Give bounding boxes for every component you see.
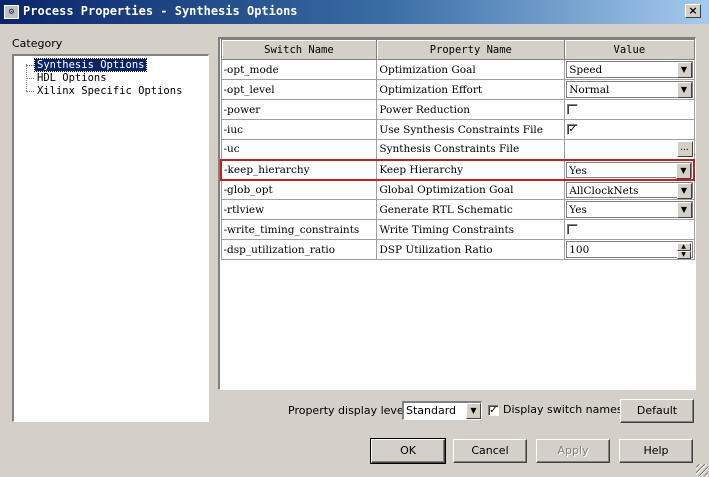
spinbox-value: 100 — [569, 244, 590, 256]
display-switch-names-label: Display switch names — [503, 403, 623, 416]
window-title: Process Properties - Synthesis Options — [23, 4, 298, 18]
value-cell[interactable] — [564, 219, 695, 240]
switch-name-cell: -opt_level — [220, 79, 378, 100]
cancel-button[interactable]: Cancel — [453, 439, 527, 463]
keep-hierarchy-dropdown[interactable]: Yes ▼ — [566, 161, 692, 178]
property-name-cell: Optimization Goal — [376, 59, 566, 80]
table-row[interactable]: -rtlview Generate RTL Schematic Yes ▼ — [220, 199, 695, 220]
value-cell[interactable]: ... — [564, 139, 695, 160]
value-cell[interactable]: AllClockNets ▼ — [564, 179, 695, 200]
dropdown-value: Standard — [406, 404, 457, 417]
chevron-down-icon[interactable]: ▼ — [676, 62, 692, 78]
value-cell[interactable]: Yes ▼ — [564, 199, 695, 220]
glob-opt-dropdown[interactable]: AllClockNets ▼ — [566, 181, 693, 199]
category-tree[interactable]: Synthesis Options HDL Options Xilinx Spe… — [12, 54, 209, 422]
property-name-cell: Keep Hierarchy — [376, 158, 566, 181]
power-reduction-checkbox[interactable] — [567, 104, 579, 115]
switch-name-cell: -write_timing_constraints — [220, 219, 378, 240]
switch-name-cell: -opt_mode — [220, 59, 378, 80]
switch-name-cell: -uc — [220, 139, 378, 160]
use-constraints-file-checkbox[interactable]: ✓ — [567, 124, 579, 135]
switch-name-cell: -dsp_utilization_ratio — [220, 239, 378, 260]
property-name-cell: Global Optimization Goal — [376, 179, 566, 200]
app-icon[interactable]: ⚙ — [4, 5, 19, 19]
value-cell[interactable] — [564, 99, 695, 120]
dropdown-value: Normal — [569, 84, 610, 96]
column-header-value[interactable]: Value — [564, 39, 695, 60]
switch-name-cell: -glob_opt — [220, 179, 378, 200]
dropdown-value: Speed — [569, 64, 603, 76]
tree-item-xilinx-specific-options[interactable]: Xilinx Specific Options — [26, 85, 184, 98]
chevron-down-icon[interactable]: ▼ — [676, 82, 692, 98]
rtlview-dropdown[interactable]: Yes ▼ — [566, 201, 693, 218]
table-row[interactable]: -opt_mode Optimization Goal Speed ▼ — [220, 59, 695, 80]
switch-name-cell: -rtlview — [220, 199, 378, 220]
table-row[interactable]: -opt_level Optimization Effort Normal ▼ — [220, 79, 695, 100]
resize-grip[interactable] — [696, 464, 708, 476]
tree-item-hdl-options[interactable]: HDL Options — [26, 72, 109, 85]
chevron-down-icon[interactable]: ▼ — [676, 202, 692, 218]
title-bar[interactable]: ⚙ Process Properties - Synthesis Options… — [0, 0, 709, 24]
chevron-down-icon[interactable]: ▼ — [676, 162, 691, 178]
chevron-down-icon[interactable]: ▼ — [676, 182, 692, 199]
property-table: Switch Name Property Name Value -opt_mod… — [220, 39, 696, 260]
help-button[interactable]: Help — [619, 439, 693, 463]
switch-name-cell: -power — [220, 99, 378, 120]
close-button[interactable]: × — [685, 4, 701, 18]
table-row-highlighted[interactable]: -keep_hierarchy Keep Hierarchy Yes ▼ — [220, 158, 696, 181]
display-switch-names-checkbox[interactable]: ✓ — [488, 404, 499, 416]
property-grid[interactable]: Switch Name Property Name Value -opt_mod… — [218, 37, 696, 390]
column-header-property-name[interactable]: Property Name — [376, 39, 566, 60]
write-timing-constraints-checkbox[interactable] — [567, 224, 579, 235]
display-level-dropdown[interactable]: Standard ▼ — [402, 401, 482, 420]
value-cell[interactable]: Normal ▼ — [564, 79, 695, 100]
opt-mode-dropdown[interactable]: Speed ▼ — [566, 61, 693, 78]
apply-button[interactable]: Apply — [536, 439, 610, 463]
value-cell[interactable]: ✓ — [564, 119, 695, 140]
ok-button[interactable]: OK — [370, 438, 446, 464]
tree-item-synthesis-options[interactable]: Synthesis Options — [26, 58, 148, 72]
display-level-label: Property display level: — [288, 404, 411, 417]
browse-button[interactable]: ... — [676, 141, 693, 157]
column-header-switch-name[interactable]: Switch Name — [220, 39, 378, 60]
property-name-cell: Use Synthesis Constraints File — [376, 119, 566, 140]
dsp-utilization-spinbox[interactable]: 100 ▲ ▼ — [566, 241, 693, 259]
default-button[interactable]: Default — [620, 399, 694, 423]
value-cell[interactable]: Yes ▼ — [564, 158, 696, 181]
property-name-cell: Generate RTL Schematic — [376, 199, 566, 220]
spin-buttons[interactable]: ▲ ▼ — [676, 243, 691, 259]
property-name-cell: Power Reduction — [376, 99, 566, 120]
dropdown-value: Yes — [569, 164, 587, 177]
display-switch-names[interactable]: ✓ Display switch names — [488, 403, 623, 416]
table-row[interactable]: -write_timing_constraints Write Timing C… — [220, 219, 695, 240]
spin-up-icon[interactable]: ▲ — [676, 243, 691, 251]
value-cell[interactable]: Speed ▼ — [564, 59, 695, 80]
spin-down-icon[interactable]: ▼ — [676, 251, 691, 259]
dropdown-value: Yes — [569, 204, 587, 216]
table-row[interactable]: -iuc Use Synthesis Constraints File ✓ — [220, 119, 695, 140]
table-row[interactable]: -dsp_utilization_ratio DSP Utilization R… — [220, 239, 695, 260]
property-name-cell: Optimization Effort — [376, 79, 566, 100]
switch-name-cell: -iuc — [220, 119, 378, 140]
table-row[interactable]: -uc Synthesis Constraints File ... — [220, 139, 695, 160]
value-cell[interactable]: 100 ▲ ▼ — [564, 239, 695, 260]
switch-name-cell: -keep_hierarchy — [220, 158, 378, 181]
table-row[interactable]: -power Power Reduction — [220, 99, 695, 120]
chevron-down-icon[interactable]: ▼ — [466, 403, 481, 419]
property-name-cell: DSP Utilization Ratio — [376, 239, 566, 260]
dropdown-value: AllClockNets — [569, 184, 639, 197]
opt-level-dropdown[interactable]: Normal ▼ — [566, 81, 693, 98]
property-name-cell: Write Timing Constraints — [376, 219, 566, 240]
table-row[interactable]: -glob_opt Global Optimization Goal AllCl… — [220, 179, 695, 200]
category-label: Category — [12, 37, 63, 50]
property-name-cell: Synthesis Constraints File — [376, 139, 566, 160]
